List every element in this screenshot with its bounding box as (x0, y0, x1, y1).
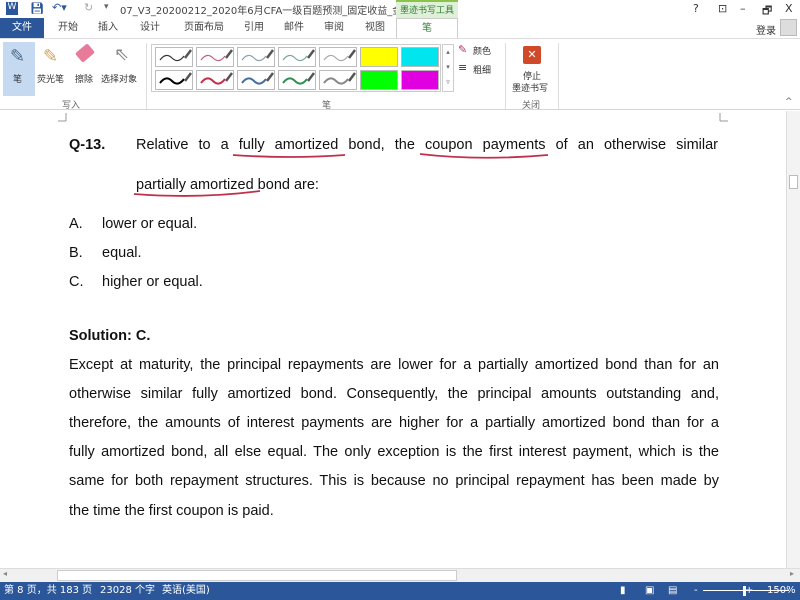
pen-swatch[interactable] (360, 47, 398, 67)
stop-inking-button[interactable]: ✕ 停止 墨迹书写 (510, 42, 554, 96)
pen-swatch[interactable] (319, 47, 357, 67)
tab-layout[interactable]: 页面布局 (176, 18, 232, 38)
pen-swatch[interactable] (401, 47, 439, 67)
language[interactable]: 英语(美国) (162, 582, 210, 600)
solution-title: Solution: C. (69, 328, 151, 344)
ribbon: ✎ 笔 ✎ 荧光笔 擦除 ⇖ 选择对象 写入 ▴ ▾ ▿ ✎ 颜色 ≡ 粗细 笔 ✕… (0, 38, 800, 111)
pen-gallery (151, 44, 441, 92)
customize-qat-icon[interactable]: ▾ (104, 2, 109, 12)
pen-swatch[interactable] (360, 70, 398, 90)
tab-home[interactable]: 开始 (50, 18, 86, 38)
option-text: higher or equal. (102, 274, 203, 290)
redo-icon[interactable]: ↻ (84, 1, 93, 14)
group-label-pens: 笔 (322, 101, 332, 111)
web-layout-icon[interactable]: ▤ (668, 582, 677, 600)
sign-in-link[interactable]: 登录 (756, 22, 776, 37)
solution-line: fully amortized bond, all else equal. Th… (69, 444, 719, 460)
solution-line: therefore, the amounts of interest payme… (69, 415, 719, 431)
pen-swatch[interactable] (237, 47, 275, 67)
pen-button[interactable]: ✎ 笔 (3, 42, 35, 96)
pen-icon: ✎ (10, 46, 26, 67)
horizontal-scrollbar[interactable]: ◂ ▸ (0, 568, 800, 582)
group-label-close: 关闭 (522, 101, 541, 111)
vertical-scrollbar[interactable] (786, 111, 800, 568)
pen-swatch[interactable] (319, 70, 357, 90)
thickness-button[interactable]: 粗细 (473, 63, 491, 76)
collapse-ribbon-icon[interactable]: ^ (785, 97, 793, 107)
tab-review[interactable]: 审阅 (316, 18, 352, 38)
pen-color-button[interactable]: 颜色 (473, 44, 491, 57)
context-tab-ink-tools: 墨迹书写工具 (396, 0, 458, 18)
pen-swatch[interactable] (196, 70, 234, 90)
highlighter-icon: ✎ (43, 46, 59, 67)
gallery-scroll[interactable]: ▴ ▾ ▿ (442, 44, 454, 92)
save-icon[interactable]: 💾︎ (30, 2, 44, 15)
read-mode-icon[interactable]: ▮ (620, 582, 626, 600)
pen-swatch[interactable] (237, 70, 275, 90)
solution-line: otherwise similar fully amortized bond. … (69, 386, 719, 402)
solution-line: same for both repayment structures. This… (69, 473, 719, 489)
window-title: 07_V3_20200212_2020年6月CFA一级百题预测_固定收益_金程.… (120, 6, 422, 17)
tab-pen[interactable]: 笔 (396, 18, 458, 39)
close-button[interactable]: X (785, 2, 793, 15)
pen-swatch[interactable] (278, 70, 316, 90)
pen-swatch[interactable] (155, 70, 193, 90)
option-letter: B. (69, 245, 83, 261)
eraser-icon (75, 43, 95, 63)
zoom-in-button[interactable]: + (745, 582, 753, 600)
highlighter-button[interactable]: ✎ 荧光笔 (36, 42, 68, 96)
ink-underline (419, 153, 549, 159)
status-bar: 第 8 页，共 183 页 23028 个字 英语(美国) ▮ ▣ ▤ - + … (0, 582, 800, 600)
ribbon-display-button[interactable]: ⊡ (718, 2, 727, 15)
title-bar: W 💾︎ ↶▾ ↻ ▾ 07_V3_20200212_2020年6月CFA一级百… (0, 0, 800, 18)
tab-references[interactable]: 引用 (236, 18, 272, 38)
word-count[interactable]: 23028 个字 (100, 582, 155, 600)
help-button[interactable]: ? (693, 2, 699, 15)
eraser-button[interactable]: 擦除 (72, 42, 100, 96)
print-layout-icon[interactable]: ▣ (645, 582, 654, 600)
solution-line: Except at maturity, the principal repaym… (69, 357, 719, 373)
tab-mailings[interactable]: 邮件 (276, 18, 312, 38)
page-count[interactable]: 第 8 页，共 183 页 (4, 582, 92, 600)
minimize-button[interactable]: – (740, 2, 746, 15)
pen-color-icon: ✎ (458, 43, 468, 56)
pen-swatch[interactable] (196, 47, 234, 67)
option-text: equal. (102, 245, 142, 261)
solution-line: the time the first coupon is paid. (69, 503, 274, 519)
tab-view[interactable]: 视图 (357, 18, 393, 38)
tab-insert[interactable]: 插入 (90, 18, 126, 38)
ink-underline (232, 154, 346, 158)
word-icon: W (6, 2, 18, 15)
pen-swatch[interactable] (401, 70, 439, 90)
pen-swatch[interactable] (278, 47, 316, 67)
ribbon-tabs: 文件 开始 插入 设计 页面布局 引用 邮件 审阅 视图 笔 登录 (0, 18, 800, 39)
ink-underline (133, 190, 261, 197)
close-x-icon: ✕ (523, 46, 541, 64)
scroll-thumb[interactable] (57, 570, 457, 581)
pen-swatch[interactable] (155, 47, 193, 67)
thickness-icon: ≡ (458, 61, 468, 74)
tab-file[interactable]: 文件 (0, 18, 44, 38)
document-page[interactable]: Q-13. Relative to a fully amortized bond… (0, 111, 786, 568)
zoom-out-button[interactable]: - (694, 582, 698, 600)
group-label-write: 写入 (62, 101, 81, 111)
avatar[interactable] (780, 19, 797, 36)
undo-icon[interactable]: ↶▾ (52, 1, 67, 14)
option-letter: C. (69, 274, 84, 290)
cursor-arrow-icon: ⇖ (114, 44, 130, 65)
zoom-level[interactable]: 150% (767, 582, 796, 600)
ink-annotations (58, 113, 728, 197)
tab-design[interactable]: 设计 (132, 18, 168, 38)
scroll-thumb[interactable] (789, 175, 798, 189)
select-objects-button[interactable]: ⇖ 选择对象 (100, 42, 144, 96)
